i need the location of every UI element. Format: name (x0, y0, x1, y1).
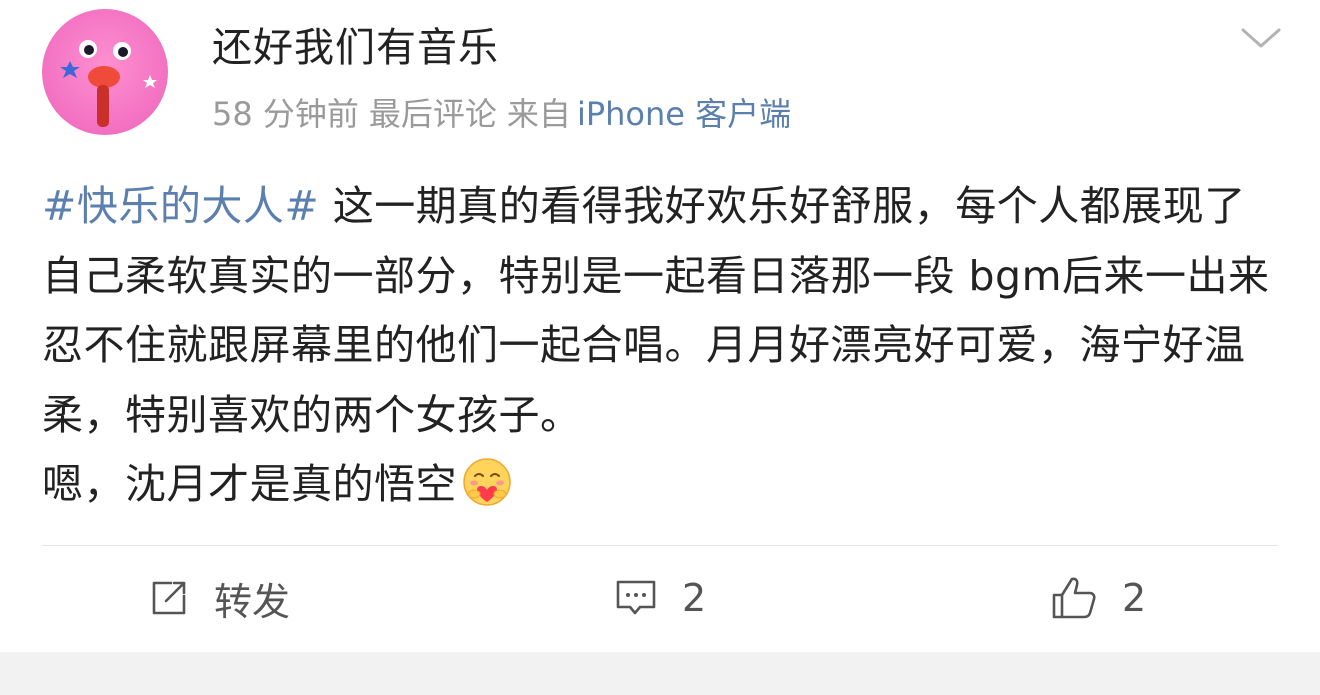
feed-separator (0, 652, 1320, 695)
comment-icon (614, 577, 658, 619)
comment-count: 2 (682, 576, 707, 620)
share-icon (148, 577, 190, 619)
repost-label: 转发 (214, 579, 291, 624)
divider (42, 545, 1278, 546)
repost-button[interactable]: 转发 (148, 572, 290, 624)
chevron-down-icon[interactable] (1240, 24, 1282, 52)
hugging-heart-emoji-icon (461, 456, 513, 508)
post-time: 58 分钟前 (212, 95, 359, 133)
thumbs-up-icon (1050, 575, 1098, 621)
post-meta: 58 分钟前 最后评论 来自 iPhone 客户端 (212, 92, 801, 136)
post-content: #快乐的大人# 这一期真的看得我好欢乐好舒服，每个人都展现了自己柔软真实的一部分… (42, 172, 1282, 520)
hashtag-link[interactable]: #快乐的大人# (42, 182, 319, 230)
avatar[interactable] (42, 9, 168, 135)
like-count: 2 (1122, 576, 1147, 620)
like-button[interactable]: 2 (1050, 572, 1146, 624)
weibo-post-card: 还好我们有音乐 58 分钟前 最后评论 来自 iPhone 客户端 #快乐的大人# 这… (0, 0, 1320, 652)
post-last-line: 嗯，沈月才是真的悟空 (42, 460, 457, 508)
username[interactable]: 还好我们有音乐 (212, 22, 499, 74)
latest-comment-label: 最后评论 (368, 95, 497, 133)
comment-button[interactable]: 2 (614, 572, 706, 624)
source-link[interactable]: iPhone 客户端 (577, 95, 791, 133)
source-prefix: 来自 (506, 95, 571, 133)
